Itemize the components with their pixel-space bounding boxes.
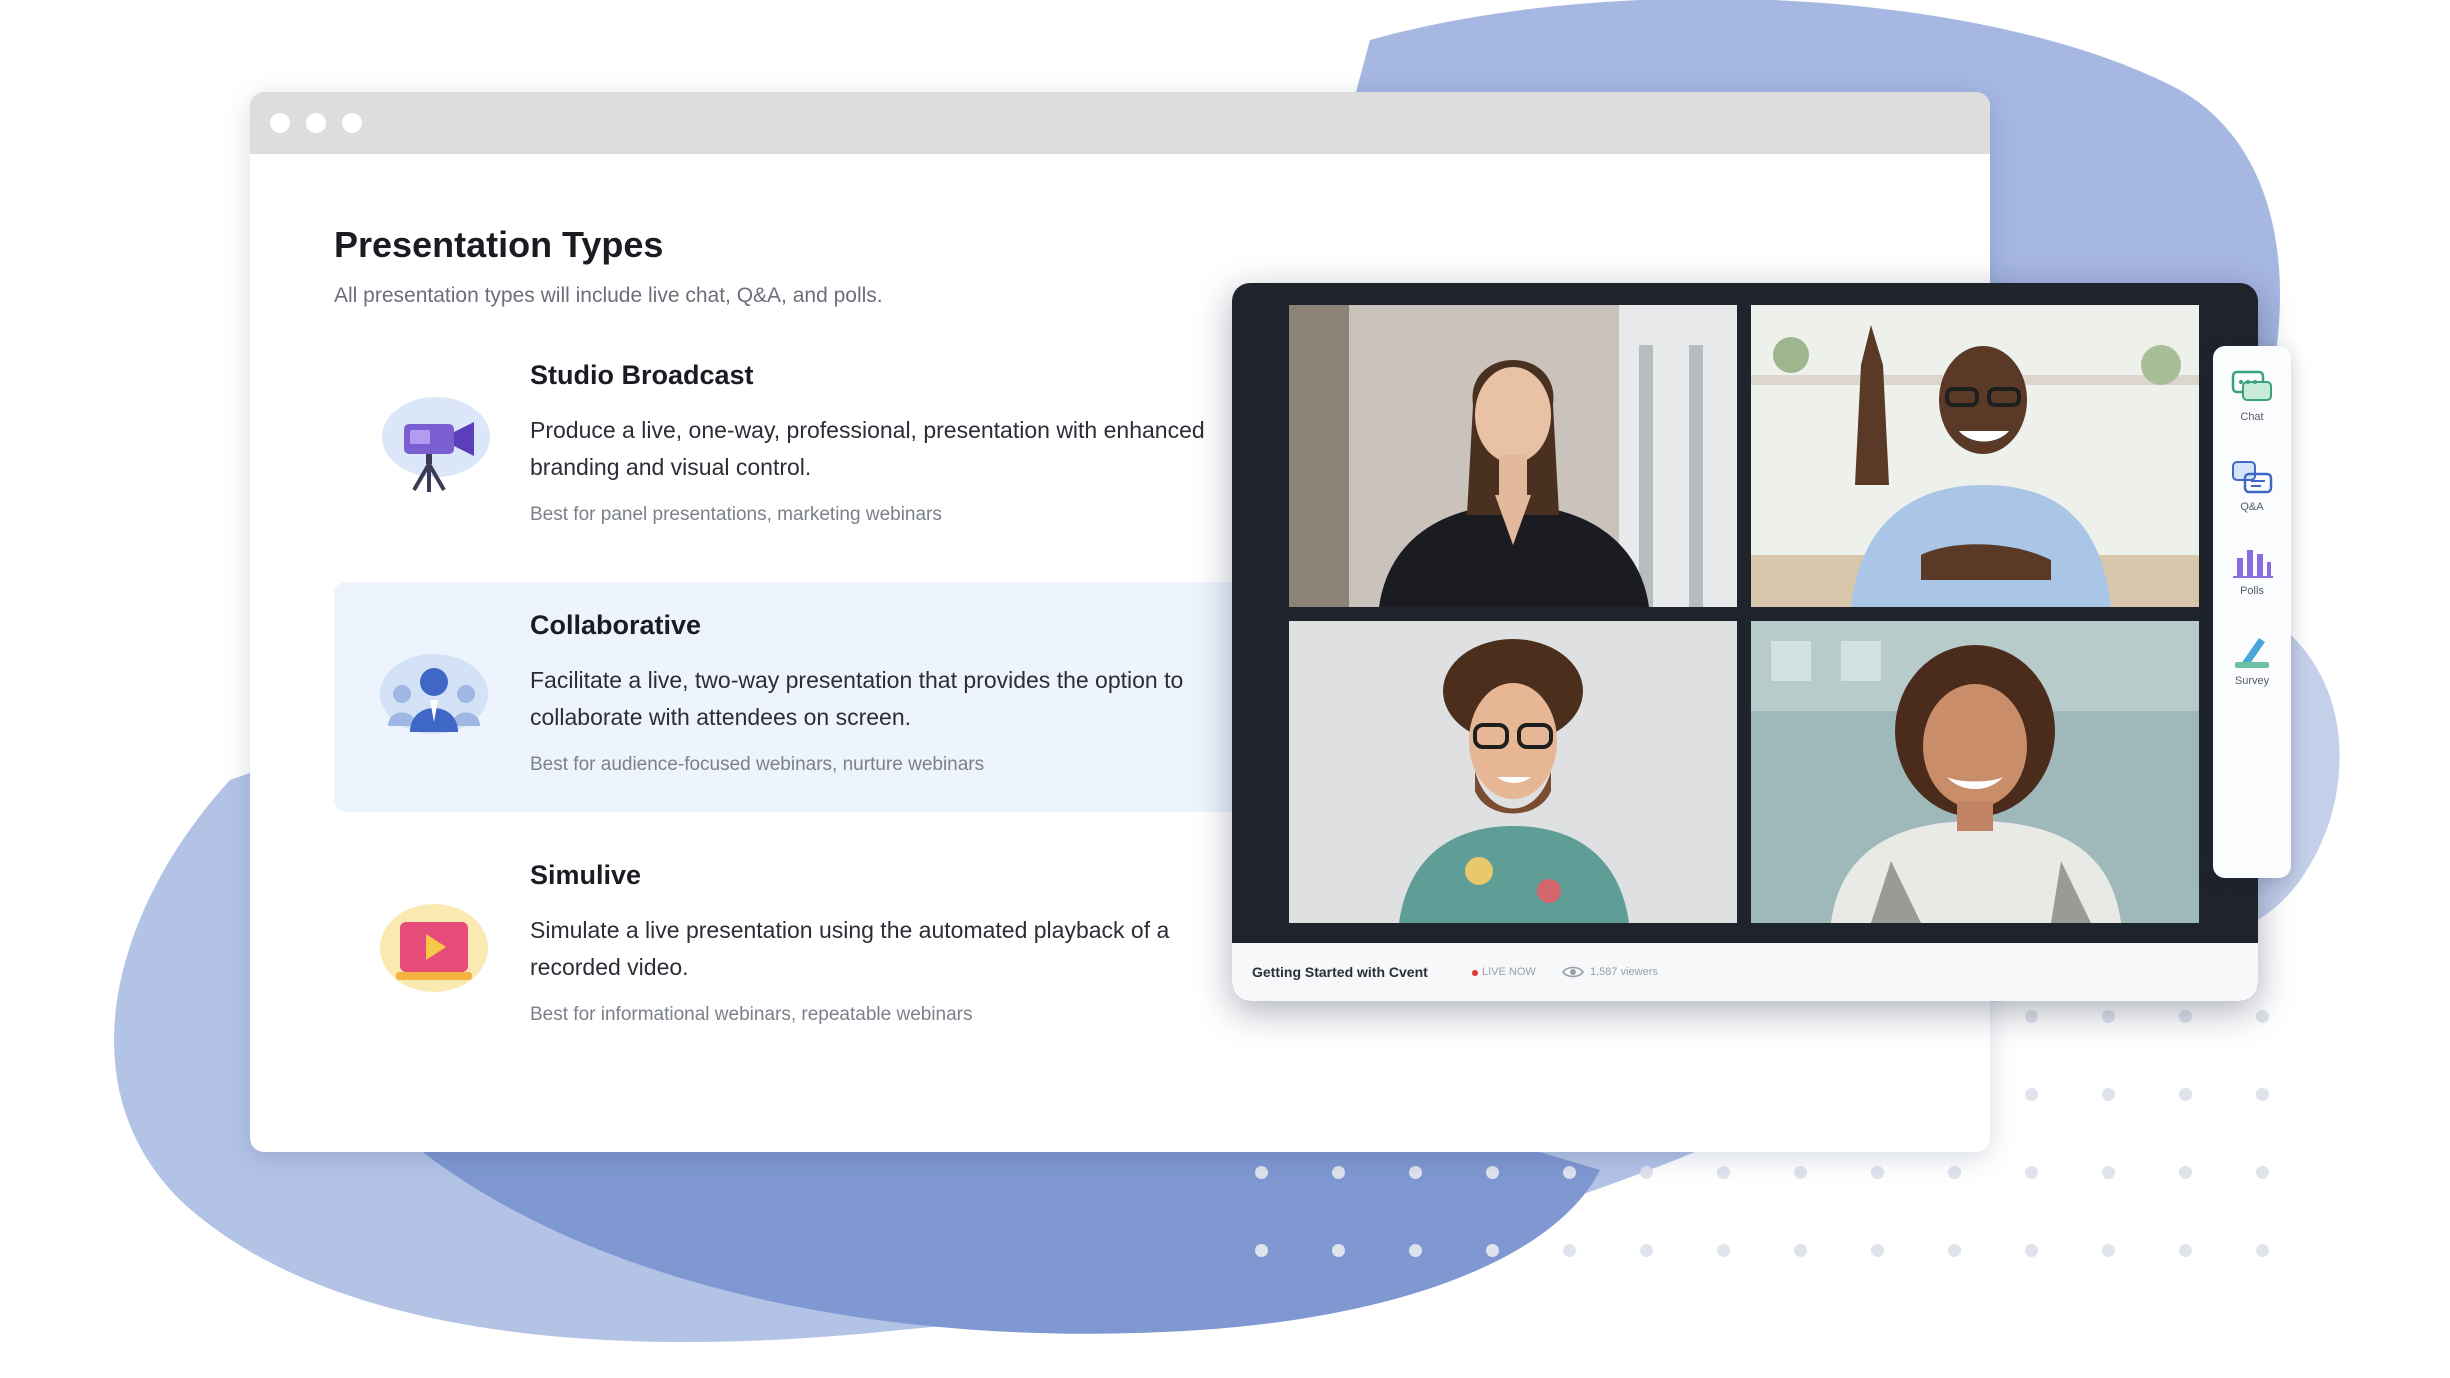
participant-tile[interactable]: [1289, 305, 1737, 607]
participant-tile[interactable]: [1751, 621, 2199, 923]
decorative-dot: [1332, 1244, 1345, 1257]
eye-icon: [1562, 966, 1584, 978]
decorative-dot: [1871, 1244, 1884, 1257]
decorative-dot: [1332, 1166, 1345, 1179]
decorative-dot: [2256, 1244, 2269, 1257]
window-control-dot[interactable]: [270, 113, 290, 133]
decorative-dot: [1409, 1166, 1422, 1179]
video-player[interactable]: Getting Started with Cvent LIVE NOW 1,58…: [1232, 283, 2258, 1001]
people-group-icon: [374, 642, 494, 752]
decorative-dot: [1640, 1166, 1653, 1179]
survey-tool-button[interactable]: Survey: [2213, 632, 2291, 687]
decorative-dot: [2102, 1088, 2115, 1101]
decorative-dot: [1563, 1244, 1576, 1257]
option-name: Collaborative: [530, 610, 702, 640]
decorative-dot: [2179, 1244, 2192, 1257]
engagement-tool-rail: Chat Q&A Polls Survey: [2213, 346, 2291, 878]
decorative-dot: [1255, 1244, 1268, 1257]
player-footer: Getting Started with Cvent LIVE NOW 1,58…: [1232, 943, 2258, 1001]
window-control-dot[interactable]: [306, 113, 326, 133]
chat-tool-button[interactable]: Chat: [2213, 368, 2291, 423]
option-best-for: Best for panel presentations, marketing …: [530, 504, 942, 525]
participant-woman-video: [1289, 305, 1737, 607]
decorative-dot: [2179, 1010, 2192, 1023]
decorative-dot: [1409, 1244, 1422, 1257]
stream-title: Getting Started with Cvent: [1252, 964, 1428, 980]
viewer-count: 1,587 viewers: [1590, 966, 1658, 978]
option-name: Studio Broadcast: [530, 360, 754, 390]
option-best-for: Best for informational webinars, repeata…: [530, 1004, 973, 1025]
decorative-dot: [2102, 1166, 2115, 1179]
decorative-dot: [2025, 1166, 2038, 1179]
option-description: Produce a live, one-way, professional, p…: [530, 417, 1205, 480]
tool-label: Polls: [2240, 585, 2264, 597]
decorative-dot: [1717, 1166, 1730, 1179]
decorative-dot: [2102, 1244, 2115, 1257]
decorative-dot: [1948, 1166, 1961, 1179]
live-indicator-dot: [1472, 970, 1478, 976]
option-description: Facilitate a live, two-way presentation …: [530, 667, 1184, 730]
window-title-bar: [250, 92, 1990, 154]
participant-tile[interactable]: [1289, 621, 1737, 923]
decorative-dot: [2179, 1088, 2192, 1101]
decorative-dot: [2256, 1166, 2269, 1179]
decorative-dot: [1486, 1244, 1499, 1257]
option-best-for: Best for audience-focused webinars, nurt…: [530, 754, 985, 775]
decorative-dot: [2256, 1088, 2269, 1101]
option-name: Simulive: [530, 860, 642, 890]
page-subtitle: All presentation types will include live…: [334, 284, 883, 307]
polls-tool-button[interactable]: Polls: [2213, 542, 2291, 597]
qa-icon: [2232, 461, 2273, 494]
participant-tile[interactable]: [1751, 305, 2199, 607]
participant-woman-smiling-video: [1751, 621, 2199, 923]
chat-icon: [2231, 370, 2272, 401]
window-control-dot[interactable]: [342, 113, 362, 133]
decorative-dot: [1948, 1244, 1961, 1257]
tool-label: Survey: [2234, 675, 2270, 687]
participant-man-glasses-video: [1289, 621, 1737, 923]
decorative-dot: [2256, 1010, 2269, 1023]
decorative-dot: [1717, 1244, 1730, 1257]
decorative-dot: [1486, 1166, 1499, 1179]
decorative-dot: [2025, 1088, 2038, 1101]
decorative-dot: [1255, 1166, 1268, 1179]
decorative-dot: [2025, 1244, 2038, 1257]
decorative-dot: [2025, 1010, 2038, 1023]
participant-man-waving-video: [1751, 305, 2199, 607]
decorative-dot: [1794, 1244, 1807, 1257]
decorative-dot: [2102, 1010, 2115, 1023]
polls-icon: [2233, 550, 2273, 578]
page-title: Presentation Types: [334, 224, 664, 265]
survey-icon: [2235, 638, 2269, 668]
tool-label: Chat: [2240, 411, 2264, 423]
qa-tool-button[interactable]: Q&A: [2213, 458, 2291, 513]
video-camera-icon: [374, 392, 494, 502]
decorative-dot: [1794, 1166, 1807, 1179]
decorative-dot: [2179, 1166, 2192, 1179]
decorative-dot: [1871, 1166, 1884, 1179]
play-video-icon: [374, 892, 494, 1002]
tool-label: Q&A: [2240, 501, 2264, 513]
decorative-dot: [1563, 1166, 1576, 1179]
live-status-label: LIVE NOW: [1482, 966, 1536, 978]
option-description: Simulate a live presentation using the a…: [530, 917, 1170, 980]
decorative-dot: [1640, 1244, 1653, 1257]
